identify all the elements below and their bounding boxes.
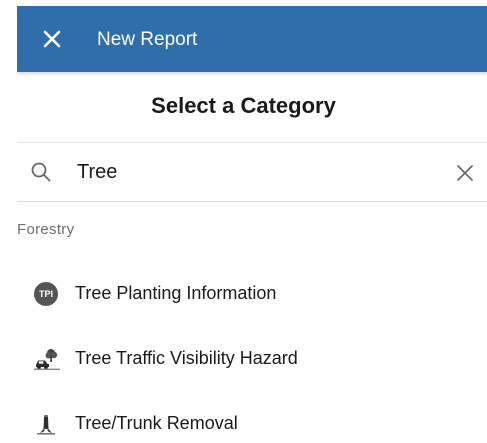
section-label-forestry: Forestry [17,221,75,238]
list-item-label: Tree/Trunk Removal [75,413,238,433]
tree-traffic-hazard-icon [34,347,60,371]
close-icon [43,30,61,48]
list-item-tree-planting-information[interactable]: TPI Tree Planting Information [17,269,487,319]
tpi-badge-text: TPI [34,282,58,306]
list-item-tree-trunk-removal[interactable]: Tree/Trunk Removal [17,399,487,443]
search-icon [30,161,52,183]
list-item-label: Tree Traffic Visibility Hazard [75,348,298,368]
page-title: Select a Category [151,93,336,118]
list-item-label: Tree Planting Information [75,283,277,303]
search-bar [17,142,487,202]
search-input[interactable] [77,155,437,189]
left-edge-spacer [0,0,17,72]
app-bar-title: New Report [97,29,198,50]
close-button[interactable] [39,26,65,52]
tpi-badge-icon: TPI [34,282,58,306]
new-report-screen: New Report Select a Category Forestry TP… [0,0,487,443]
clear-icon [457,165,473,181]
clear-search-button[interactable] [454,162,476,184]
list-item-tree-traffic-visibility-hazard[interactable]: Tree Traffic Visibility Hazard [17,334,487,384]
tree-removal-icon [34,412,58,436]
app-bar: New Report [17,6,487,72]
